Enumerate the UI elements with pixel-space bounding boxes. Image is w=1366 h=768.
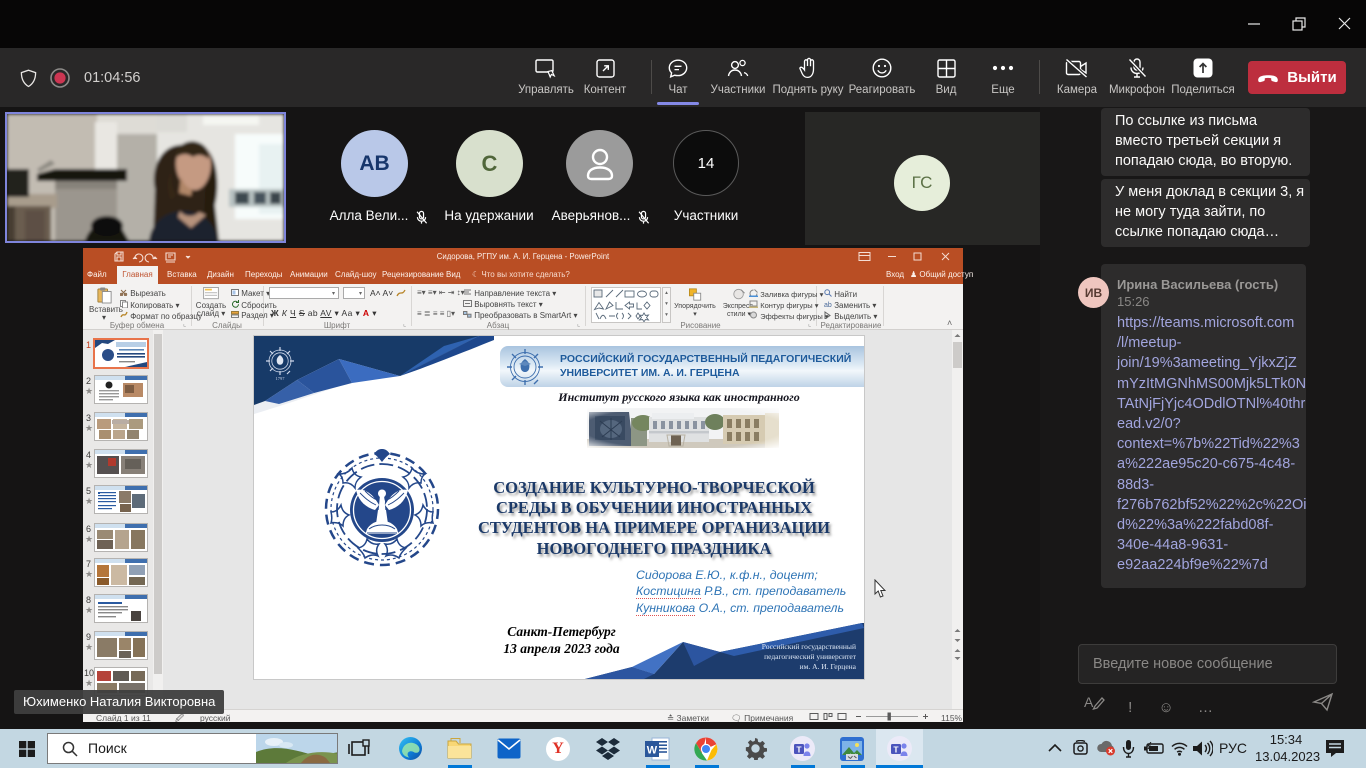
svg-text:A: A	[1084, 694, 1094, 710]
svg-text:T: T	[796, 744, 802, 754]
svg-text:ab: ab	[824, 302, 832, 308]
svg-text:T: T	[893, 744, 899, 754]
svg-text:1797: 1797	[276, 376, 286, 381]
svg-text:W: W	[647, 745, 658, 757]
